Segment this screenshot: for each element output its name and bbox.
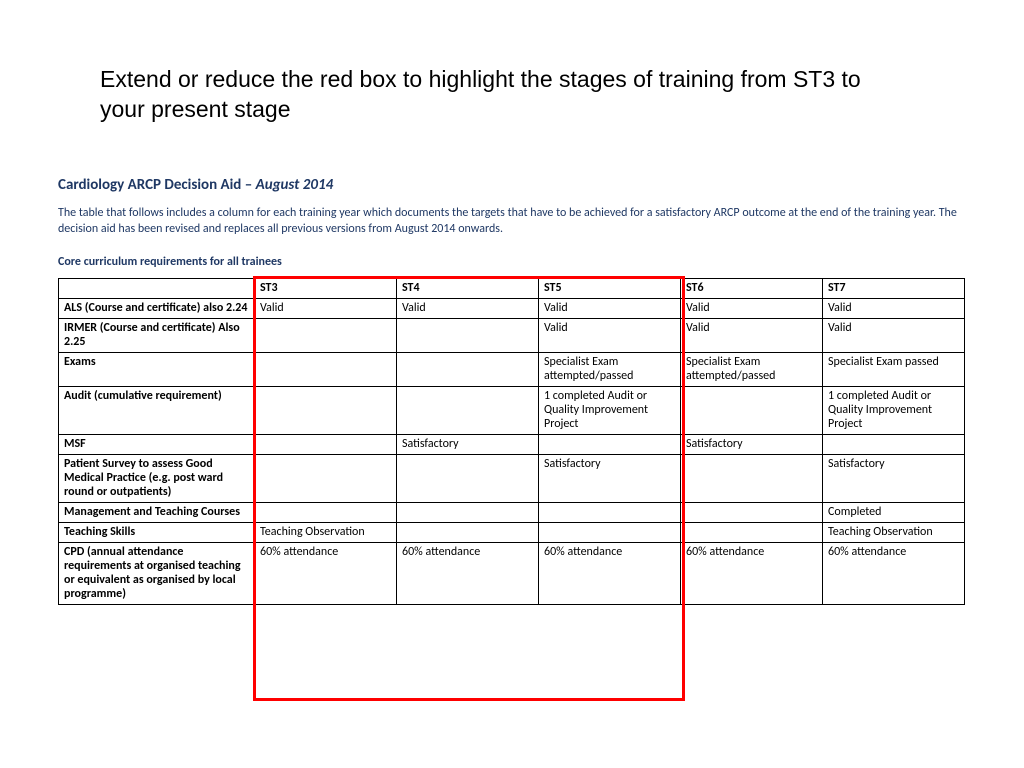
- document-title: Cardiology ARCP Decision Aid – August 20…: [58, 176, 333, 194]
- row-label: Patient Survey to assess Good Medical Pr…: [59, 455, 255, 503]
- table-cell: Valid: [823, 319, 965, 353]
- row-label: IRMER (Course and certificate) Also 2.25: [59, 319, 255, 353]
- row-label: Exams: [59, 353, 255, 387]
- table-cell: Specialist Exam attempted/passed: [681, 353, 823, 387]
- table-cell: Valid: [681, 319, 823, 353]
- slide-canvas: Extend or reduce the red box to highligh…: [0, 0, 1024, 768]
- highlight-red-box[interactable]: [253, 276, 685, 701]
- table-cell: Completed: [823, 503, 965, 523]
- table-cell: [823, 435, 965, 455]
- document-title-prefix: Cardiology ARCP Decision Aid –: [58, 176, 256, 194]
- row-label: MSF: [59, 435, 255, 455]
- table-cell: 60% attendance: [823, 543, 965, 605]
- table-cell: Specialist Exam passed: [823, 353, 965, 387]
- table-cell: Satisfactory: [823, 455, 965, 503]
- table-cell: [681, 455, 823, 503]
- table-cell: 1 completed Audit or Quality Improvement…: [823, 387, 965, 435]
- table-cell: [681, 503, 823, 523]
- document-title-date: August 2014: [256, 176, 334, 194]
- row-label: ALS (Course and certificate) also 2.24: [59, 299, 255, 319]
- table-cell: 60% attendance: [681, 543, 823, 605]
- col-st6: ST6: [681, 279, 823, 299]
- row-label: Management and Teaching Courses: [59, 503, 255, 523]
- table-cell: [681, 523, 823, 543]
- row-label: Teaching Skills: [59, 523, 255, 543]
- col-empty: [59, 279, 255, 299]
- table-cell: Teaching Observation: [823, 523, 965, 543]
- row-label: Audit (cumulative requirement): [59, 387, 255, 435]
- instruction-text: Extend or reduce the red box to highligh…: [100, 65, 910, 125]
- row-label: CPD (annual attendance requirements at o…: [59, 543, 255, 605]
- table-cell: Valid: [681, 299, 823, 319]
- table-cell: Valid: [823, 299, 965, 319]
- document-intro: The table that follows includes a column…: [58, 205, 968, 237]
- table-cell: Satisfactory: [681, 435, 823, 455]
- col-st7: ST7: [823, 279, 965, 299]
- table-cell: [681, 387, 823, 435]
- document-subheading: Core curriculum requirements for all tra…: [58, 255, 282, 269]
